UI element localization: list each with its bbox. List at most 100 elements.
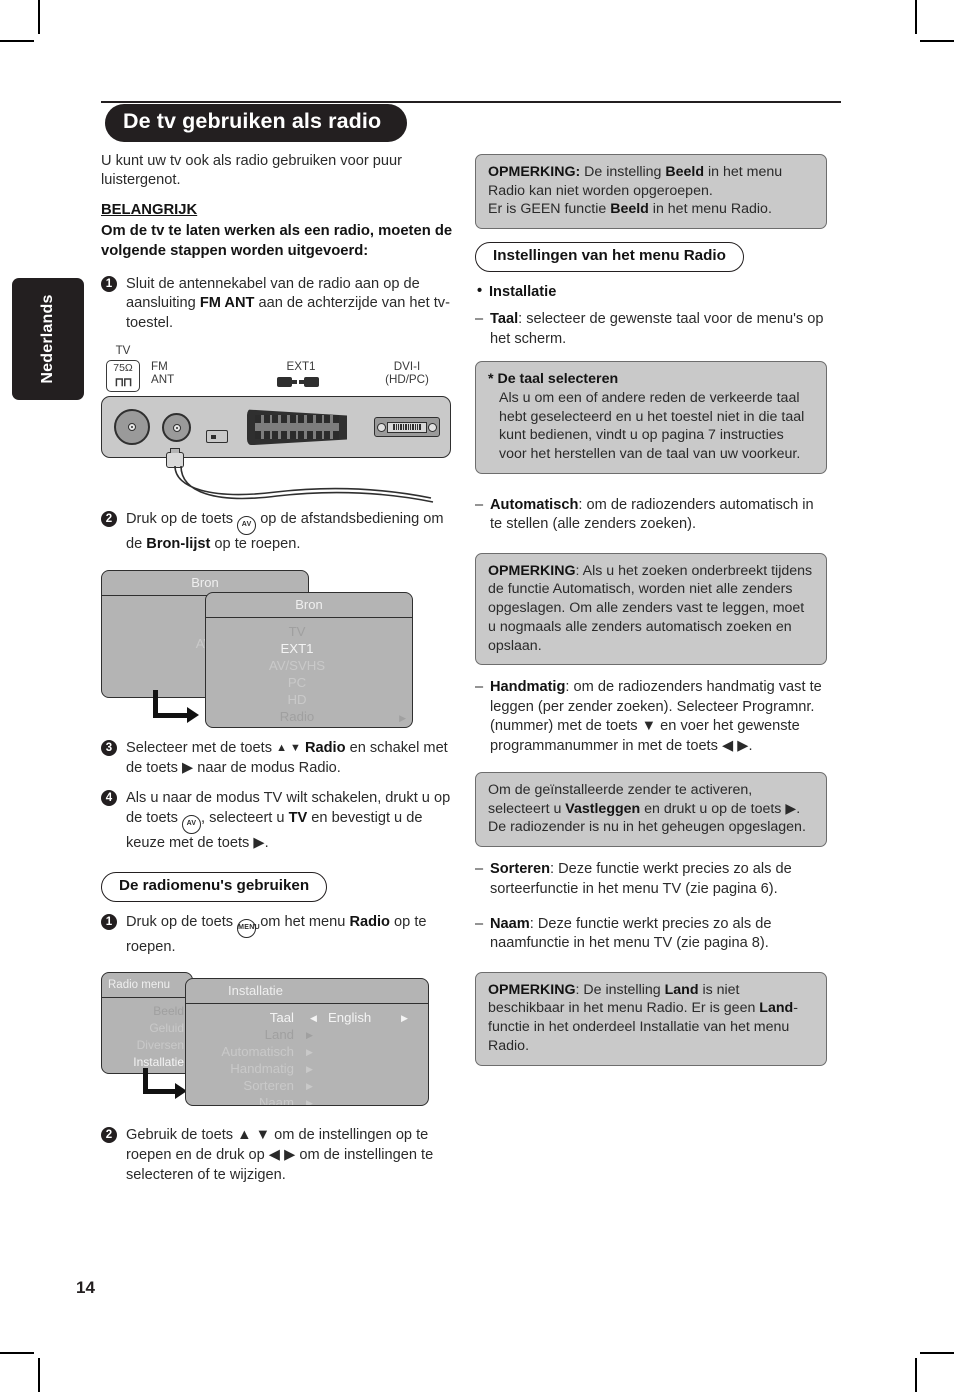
left-arrow-icon: ◀ <box>310 1013 317 1024</box>
step-3-bold: Radio <box>304 740 346 757</box>
av-key-icon: AV <box>181 814 201 834</box>
radio-menu-item-geluid[interactable]: Geluid <box>102 1020 192 1037</box>
step-1-bold: FM ANT <box>199 295 255 312</box>
antenna-cable <box>174 466 434 504</box>
installatie-item-handmatig[interactable]: Handmatig ▶ <box>186 1060 428 1077</box>
page-number: 14 <box>76 1278 95 1297</box>
source-menu-front: Bron TV EXT1 AV/SVHS PC HD Radio ▶ <box>205 592 413 729</box>
installatie-item-land[interactable]: Land ▶ <box>186 1026 428 1043</box>
vastleggen-term: Vastleggen <box>565 800 641 817</box>
note-land-label: OPMERKING <box>488 981 576 998</box>
crop-mark-bottom-right-v <box>915 1358 917 1392</box>
crop-mark-top-left-v <box>38 0 40 34</box>
crop-mark-bottom-left-v <box>38 1358 40 1392</box>
installatie-title: Installatie <box>186 979 428 1005</box>
radio-menu-left-title: Radio menu <box>102 973 192 999</box>
scart-connector <box>247 409 347 445</box>
settings-heading: Instellingen van het menu Radio <box>475 242 744 272</box>
source-menu-front-list: TV EXT1 AV/SVHS PC HD Radio ▶ <box>206 618 412 725</box>
tv-connector-label: TV <box>115 344 131 358</box>
note-taal-body: Als u om een of andere reden de verkeerd… <box>499 389 805 463</box>
installatie-list: Taal ◀ English ▶ Land ▶ Automatisch ▶ Ha… <box>186 1004 428 1105</box>
left-column: U kunt uw tv ook als radio gebruiken voo… <box>101 152 453 1196</box>
tv-antenna-icon: 75Ω ⊓⊓ <box>106 360 140 393</box>
radio-step-2-text: Gebruik de toets ▲ ▼ om de instellingen … <box>126 1127 434 1183</box>
step-2-text-before: Druk op de toets <box>126 511 238 528</box>
note-beeld: OPMERKING: De instelling Beeld in het me… <box>475 154 827 230</box>
menu-key-icon: MENU <box>237 918 260 938</box>
scart-out-icon <box>299 377 319 388</box>
step-3-text: Selecteer met de toets ▲ ▼ Radio en scha… <box>126 740 448 776</box>
av-key-icon: AV <box>237 516 257 536</box>
sorteren-term: Sorteren <box>490 861 551 878</box>
taal-value: English <box>328 1010 372 1026</box>
step-1: 1 Sluit de antennekabel van de radio aan… <box>101 275 453 334</box>
dvi-connector <box>374 417 440 438</box>
source-item[interactable]: PC <box>206 674 412 691</box>
right-arrow-icon: ▶ <box>401 1013 408 1024</box>
radio-menu-installatie: Installatie Taal ◀ English ▶ Land ▶ Auto… <box>185 978 429 1107</box>
source-item[interactable]: AV/SVHS <box>206 657 412 674</box>
taal-body: : selecteer de gewenste taal voor de men… <box>490 311 824 347</box>
taal-term: Taal <box>490 311 519 328</box>
installatie-item-sorteren[interactable]: Sorteren ▶ <box>186 1077 428 1094</box>
note-land: OPMERKING: De instelling Land is niet be… <box>475 971 827 1066</box>
radio-menu-left-list: Beeld Geluid Diversen Installatie <box>102 998 192 1071</box>
sorteren-item: Sorteren: Deze functie werkt precies zo … <box>475 860 827 899</box>
installatie-bullet: Installatie <box>475 282 827 302</box>
right-column: OPMERKING: De instelling Beeld in het me… <box>475 152 827 1079</box>
fm-antenna-jack <box>162 413 191 443</box>
step-3: 3 Selecteer met de toets ▲ ▼ Radio en sc… <box>101 739 453 778</box>
tv-antenna-jack <box>114 409 150 446</box>
scart-in-icon <box>277 377 297 388</box>
automatisch-item: Automatisch: om de radiozenders automati… <box>475 496 827 535</box>
page-title-row: De tv gebruiken als radio <box>101 96 841 142</box>
radio-step-1: 1 Druk op de toets MENU om het menu Radi… <box>101 913 453 958</box>
installatie-item-automatisch[interactable]: Automatisch ▶ <box>186 1043 428 1060</box>
note-taal-selecteren: * De taal selecteren Als u om een of and… <box>475 361 827 474</box>
radio-menu-item-diversen[interactable]: Diversen <box>102 1037 192 1054</box>
radio-menu-item-beeld[interactable]: Beeld <box>102 1003 192 1020</box>
handmatig-item: Handmatig: om de radiozenders handmatig … <box>475 678 827 756</box>
crop-mark-top-right-h <box>920 40 954 42</box>
updown-arrows-icon: ▲ ▼ <box>276 742 301 755</box>
dvi-label: DVI-I (HD/PC) <box>385 360 429 387</box>
step-3-number: 3 <box>101 740 117 757</box>
source-item-radio[interactable]: Radio ▶ <box>206 708 412 725</box>
radio-menu-left: Radio menu Beeld Geluid Diversen Install… <box>101 972 193 1075</box>
page-content: De tv gebruiken als radio U kunt uw tv o… <box>101 96 841 1183</box>
naam-item: Naam: Deze functie werkt precies zo als … <box>475 915 827 954</box>
source-menu-flow-arrow <box>153 690 213 726</box>
installatie-item-naam[interactable]: Naam ▶ <box>186 1094 428 1105</box>
naam-body: : Deze functie werkt precies zo als de n… <box>490 915 772 952</box>
note-beeld-label: OPMERKING: <box>488 164 581 180</box>
important-heading: BELANGRIJK <box>101 201 198 218</box>
step-1-number: 1 <box>101 275 117 292</box>
step-4: 4 Als u naar de modus TV wilt schakelen,… <box>101 789 453 853</box>
installatie-item-taal[interactable]: Taal ◀ English ▶ <box>186 1009 428 1026</box>
crop-mark-bottom-left-h <box>0 1352 34 1354</box>
step-2: 2 Druk op de toets AV op de afstandsbedi… <box>101 510 453 555</box>
note-automatisch-label: OPMERKING <box>488 562 576 579</box>
antenna-glyph: ⊓⊓ <box>114 375 133 390</box>
language-tab: Nederlands <box>12 278 84 400</box>
source-item[interactable]: TV <box>206 623 412 640</box>
language-tab-label: Nederlands <box>39 294 56 384</box>
ext1-label: EXT1 <box>286 360 316 374</box>
source-item[interactable]: EXT1 <box>206 640 412 657</box>
fm-ant-label: FM ANT <box>151 360 175 387</box>
source-menu-front-title: Bron <box>206 593 412 619</box>
crop-mark-bottom-right-h <box>920 1352 954 1354</box>
step-2-bold: Bron-lijst <box>146 536 211 553</box>
source-item[interactable]: HD <box>206 691 412 708</box>
step-3-text-before: Selecteer met de toets <box>126 740 277 757</box>
source-menu-figure: Bron TV▶ EXT1 AV/SVHS PC HD Radio <box>101 566 453 731</box>
intro-paragraph: U kunt uw tv ook als radio gebruiken voo… <box>101 153 402 189</box>
automatisch-term: Automatisch <box>490 496 579 513</box>
important-body: Om de tv te laten werken als een radio, … <box>101 223 453 260</box>
service-connector <box>206 430 228 444</box>
tv-impedance-label: 75Ω <box>113 362 133 375</box>
note-automatisch: OPMERKING: Als u het zoeken onderbreekt … <box>475 552 827 666</box>
step-2-text: Druk op de toets AV op de afstandsbedien… <box>126 511 444 552</box>
note-vastleggen: Om de geïnstalleerde zender te activeren… <box>475 771 827 848</box>
